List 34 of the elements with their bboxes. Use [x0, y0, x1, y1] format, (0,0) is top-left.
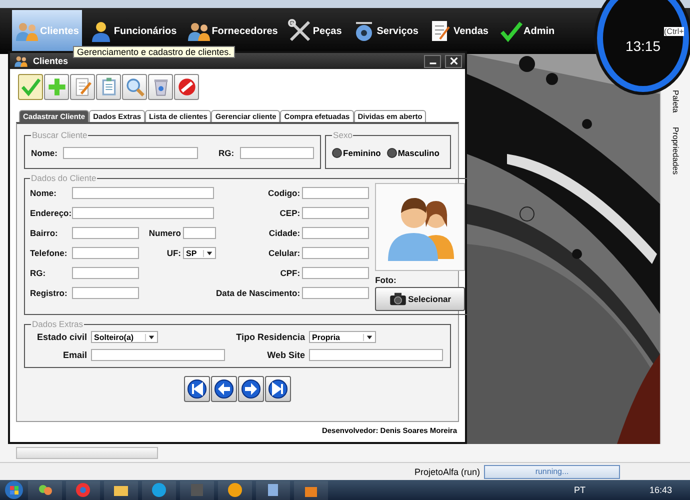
field-label: Nome: — [31, 148, 58, 158]
field-label: UF: — [166, 248, 181, 258]
progress-bar: running... — [484, 464, 620, 478]
window-title: Clientes — [33, 56, 70, 66]
clock-text: 13:15 — [625, 38, 661, 54]
group-title: Buscar Cliente — [31, 130, 88, 140]
field-label: RG: — [30, 268, 47, 278]
group-title: Dados do Cliente — [30, 173, 98, 183]
field-label: Celular: — [268, 248, 300, 258]
clock-text: 16:43 — [649, 485, 672, 495]
field-label: Cidade: — [268, 228, 300, 238]
group-title: Dados Extras — [31, 319, 84, 329]
field-label: Tipo Residencia — [235, 332, 305, 342]
group-title: Sexo — [332, 130, 354, 140]
status-text: ProjetoAlfa (run) — [414, 466, 480, 476]
field-label: Data de Nascimento: — [216, 288, 300, 298]
field-label: Telefone: — [30, 248, 68, 258]
shortcut-hint: (Ctrl+ — [664, 27, 684, 36]
field-label: Web Site — [266, 350, 305, 360]
field-label: CPF: — [280, 268, 300, 278]
radio-label: Masculino — [398, 148, 440, 158]
field-label: Email — [62, 350, 87, 360]
field-label: Nome: — [30, 188, 58, 198]
field-label: RG: — [218, 148, 234, 158]
field-label: Endereço: — [30, 208, 70, 218]
field-label: Bairro: — [30, 228, 59, 238]
field-label: CEP: — [280, 208, 300, 218]
field-label: Codigo: — [268, 188, 300, 198]
radio-label: Feminino — [343, 148, 381, 158]
tooltip: Gerenciamento e cadastro de clientes. — [73, 46, 236, 58]
field-label: Registro: — [30, 288, 68, 298]
field-label: Estado civil — [36, 332, 87, 342]
field-label: Foto: — [375, 275, 398, 285]
field-label: Numero — [148, 228, 181, 238]
